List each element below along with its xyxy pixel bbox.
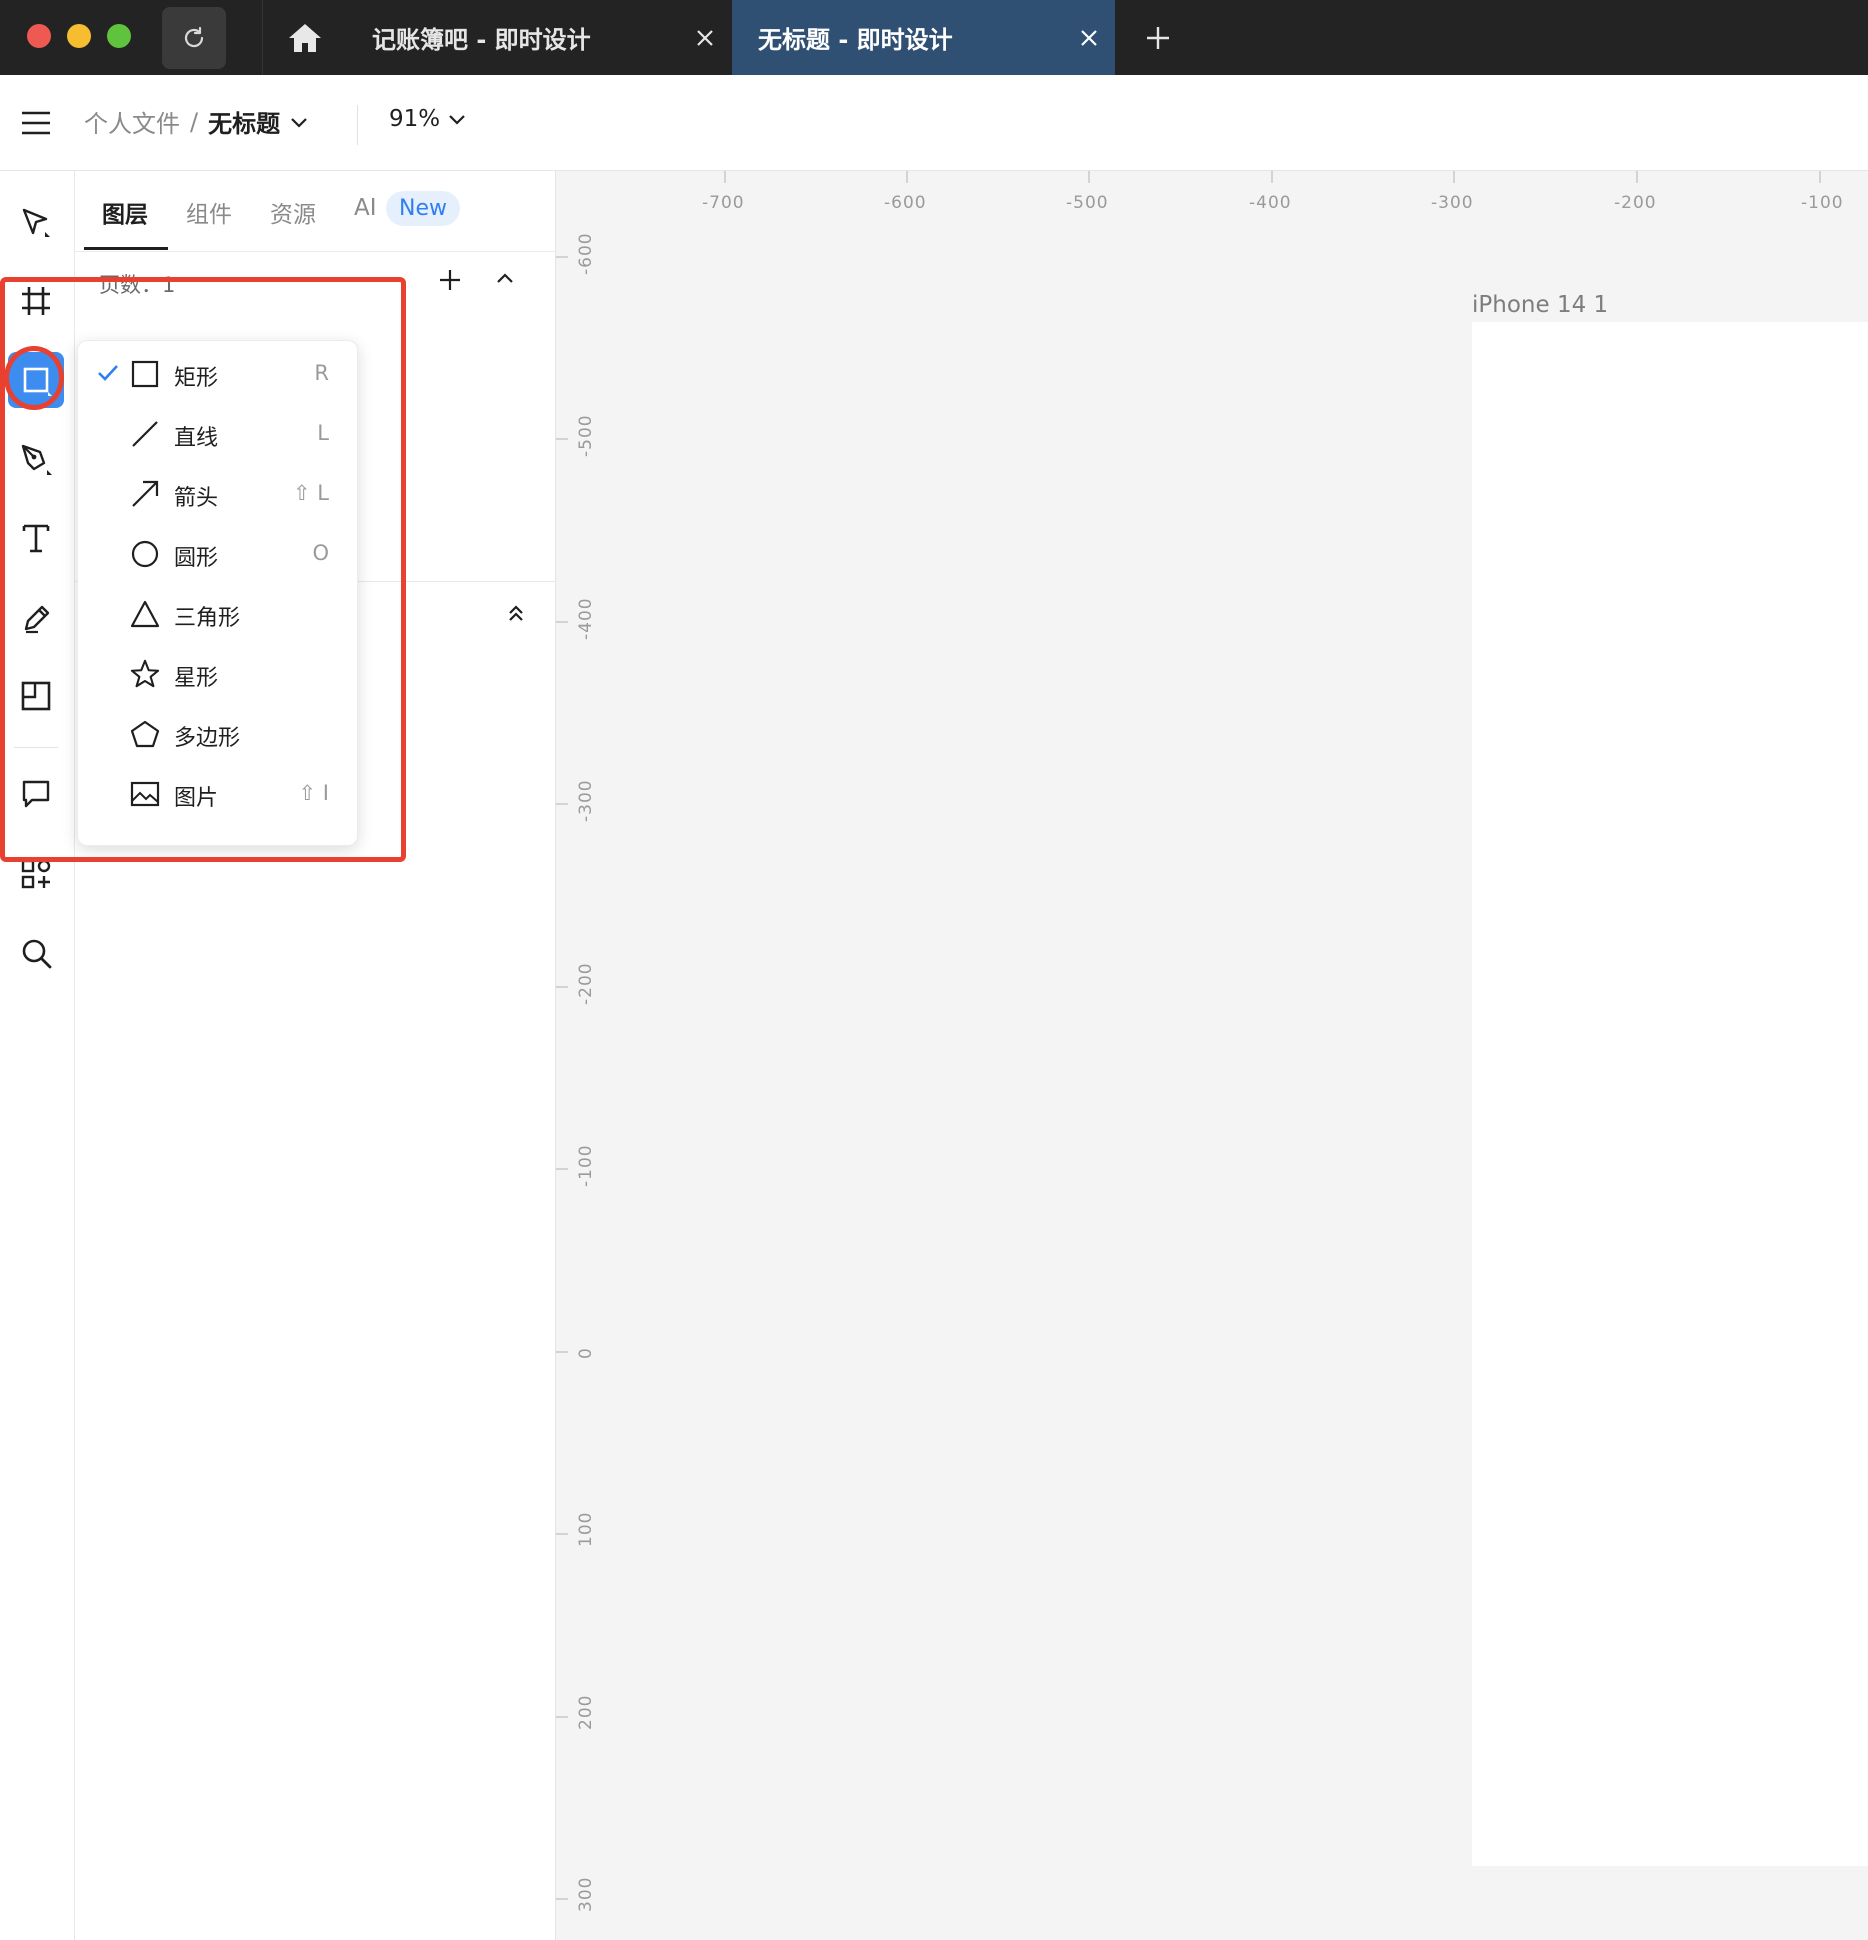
design-canvas[interactable]: -700 -600 -500 -400 -300 -200 -100 -600 … bbox=[556, 171, 1868, 1940]
tab-jizhangbu[interactable]: 记账簿吧 - 即时设计 bbox=[346, 0, 731, 75]
ruler-tick-label: -400 bbox=[1249, 193, 1292, 213]
tab-layers[interactable]: 图层 bbox=[102, 195, 148, 229]
new-badge: New bbox=[386, 191, 460, 226]
pointer-icon bbox=[22, 208, 50, 237]
ruler-tick-label: 100 bbox=[576, 1511, 596, 1547]
window-titlebar: 记账簿吧 - 即时设计 无标题 - 即时设计 bbox=[0, 0, 1868, 75]
close-icon bbox=[697, 29, 713, 46]
home-icon bbox=[289, 23, 321, 52]
panel-tabs: 图层 组件 资源 AI New bbox=[75, 171, 555, 252]
add-page-button[interactable] bbox=[437, 267, 463, 297]
tab-label: 记账簿吧 - 即时设计 bbox=[372, 26, 591, 54]
ruler-tick-label: -700 bbox=[702, 193, 745, 213]
maximize-window-button[interactable] bbox=[107, 24, 131, 48]
tab-untitled[interactable]: 无标题 - 即时设计 bbox=[732, 0, 1115, 75]
iphone-frame[interactable] bbox=[1472, 322, 1868, 1866]
search-icon bbox=[22, 939, 52, 969]
reload-icon bbox=[184, 26, 204, 48]
tab-assets[interactable]: 资源 bbox=[270, 195, 316, 229]
plus-icon bbox=[1147, 27, 1169, 49]
ruler-tick-label: -500 bbox=[1066, 193, 1109, 213]
toolbar-divider bbox=[357, 105, 358, 145]
plus-icon bbox=[440, 270, 460, 290]
reload-button[interactable] bbox=[162, 7, 226, 69]
chevron-down-icon bbox=[291, 117, 307, 128]
tab-components[interactable]: 组件 bbox=[186, 195, 232, 229]
ruler-tick-label: -200 bbox=[576, 962, 596, 1005]
new-tab-button[interactable] bbox=[1132, 12, 1184, 64]
tab-close-button[interactable] bbox=[1063, 0, 1115, 75]
active-tab-indicator bbox=[84, 247, 168, 250]
breadcrumb-root[interactable]: 个人文件 bbox=[84, 104, 180, 139]
close-window-button[interactable] bbox=[27, 24, 51, 48]
ruler-tick-label: -200 bbox=[1614, 193, 1657, 213]
ruler-tick-label: -300 bbox=[1431, 193, 1474, 213]
ruler-tick-label: -400 bbox=[576, 597, 596, 640]
move-tool[interactable] bbox=[8, 195, 64, 251]
ruler-tick-label: -100 bbox=[1801, 193, 1844, 213]
chevron-down-icon bbox=[449, 115, 465, 125]
shape-menu-annotation-box bbox=[0, 277, 406, 862]
collapse-layers-button[interactable] bbox=[504, 601, 528, 629]
home-button[interactable] bbox=[262, 0, 347, 75]
tab-label: 无标题 - 即时设计 bbox=[758, 26, 953, 54]
tab-close-button[interactable] bbox=[679, 0, 731, 75]
frame-name-label[interactable]: iPhone 14 1 bbox=[1472, 292, 1608, 318]
ruler-tick-label: 200 bbox=[576, 1694, 596, 1730]
ruler-tick-label: 300 bbox=[576, 1876, 596, 1912]
zoom-dropdown[interactable]: 91% bbox=[389, 106, 468, 132]
chevron-up-icon bbox=[497, 273, 513, 283]
tab-ai[interactable]: AI bbox=[354, 195, 377, 221]
main-menu-button[interactable] bbox=[16, 103, 56, 143]
top-toolbar: 个人文件 / 无标题 91% bbox=[0, 75, 1868, 171]
ruler-tick-label: -500 bbox=[576, 414, 596, 457]
breadcrumb-separator: / bbox=[190, 107, 199, 136]
breadcrumb: 个人文件 / 无标题 bbox=[84, 104, 310, 139]
collapse-pages-button[interactable] bbox=[493, 267, 517, 295]
ruler-tick-label: -100 bbox=[576, 1144, 596, 1187]
minimize-window-button[interactable] bbox=[67, 24, 91, 48]
ruler-tick-label: 0 bbox=[576, 1347, 596, 1359]
zoom-value: 91% bbox=[389, 106, 441, 132]
document-title-dropdown[interactable]: 无标题 bbox=[208, 104, 310, 139]
horizontal-ruler: -700 -600 -500 -400 -300 -200 -100 bbox=[556, 171, 1868, 221]
ruler-tick-label: -600 bbox=[884, 193, 927, 213]
hamburger-icon bbox=[22, 111, 50, 135]
search-tool[interactable] bbox=[8, 925, 64, 981]
ruler-tick-label: -600 bbox=[576, 232, 596, 275]
close-icon bbox=[1081, 29, 1097, 46]
document-title: 无标题 bbox=[208, 110, 281, 138]
vertical-ruler: -600 -500 -400 -300 -200 -100 0 100 200 … bbox=[556, 171, 606, 1940]
ruler-tick-label: -300 bbox=[576, 779, 596, 822]
double-chevron-up-icon bbox=[509, 605, 523, 621]
